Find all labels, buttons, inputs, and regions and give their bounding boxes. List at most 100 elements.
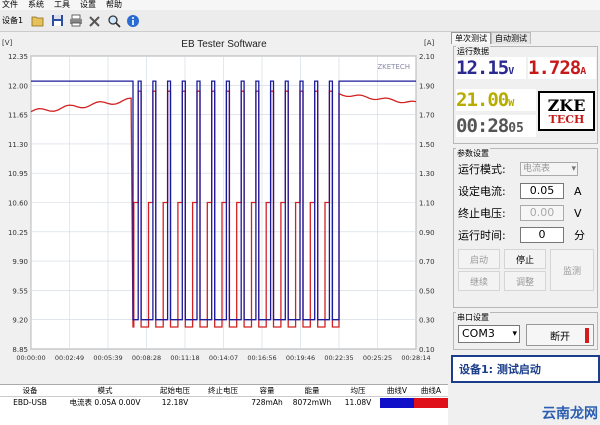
col-avg-v: 均压 — [350, 386, 366, 395]
voltage-unit: V — [508, 66, 515, 77]
x-tick-label: 00:19:46 — [286, 354, 315, 362]
right-tick-label: 0.30 — [419, 317, 435, 325]
site-watermark: 云南龙网 — [542, 406, 598, 422]
curve-v-swatch — [380, 398, 414, 408]
cell-start-v: 12.18V — [161, 398, 189, 407]
save-icon[interactable] — [49, 13, 65, 29]
monitor-button[interactable]: 监测 — [550, 249, 594, 291]
left-tick-label: 9.20 — [12, 317, 28, 325]
menu-tools[interactable]: 工具 — [54, 0, 70, 10]
time-display: 00:2805 — [456, 115, 536, 137]
right-tick-label: 2.10 — [419, 53, 435, 61]
end-voltage-input[interactable]: 0.00 — [520, 205, 564, 221]
chart-title: EB Tester Software — [181, 39, 267, 50]
cell-end-v — [200, 397, 246, 409]
zoom-icon[interactable] — [106, 13, 122, 29]
com-port-value: COM3 — [462, 327, 495, 340]
left-tick-label: 11.65 — [8, 112, 28, 120]
col-capacity: 容量 — [259, 386, 275, 395]
continue-button[interactable]: 继续 — [458, 271, 500, 291]
results-table: 设备 模式 起始电压 终止电压 容量 能量 均压 曲线V 曲线A EBD-USB… — [0, 384, 448, 425]
col-energy: 能量 — [304, 386, 320, 395]
x-tick-label: 00:11:18 — [170, 354, 199, 362]
time-value: 00:28 — [456, 115, 509, 137]
chevron-down-icon: ▾ — [512, 329, 517, 339]
x-tick-label: 00:28:14 — [401, 354, 430, 362]
left-tick-label: 9.55 — [12, 287, 28, 295]
right-tick-label: 0.50 — [419, 287, 435, 295]
col-start-v: 起始电压 — [160, 386, 190, 395]
current-row: 设定电流: 0.05 A — [458, 183, 582, 199]
left-tick-label: 8.85 — [12, 346, 28, 354]
start-button[interactable]: 启动 — [458, 249, 500, 269]
mode-select[interactable]: 电流表 ▾ — [520, 162, 578, 176]
info-icon[interactable] — [125, 13, 141, 29]
mode-row: 运行模式: 电流表 ▾ — [458, 161, 578, 177]
adjust-button[interactable]: 调整 — [504, 271, 546, 291]
com-port-select[interactable]: COM3 ▾ — [458, 325, 520, 343]
run-time-input[interactable]: 0 — [520, 227, 564, 243]
disconnect-button[interactable]: 断开 — [526, 324, 594, 346]
right-tick-label: 1.10 — [419, 200, 435, 208]
x-tick-label: 00:14:07 — [209, 354, 238, 362]
col-end-v: 终止电压 — [208, 386, 238, 395]
col-curve-v: 曲线V — [386, 386, 408, 395]
left-tick-label: 10.60 — [8, 200, 28, 208]
serial-group: 串口设置 COM3 ▾ 断开 — [453, 312, 598, 350]
power-unit: W — [508, 98, 515, 109]
run-data-title: 运行数据 — [456, 46, 490, 57]
left-tick-label: 11.30 — [8, 141, 28, 149]
chevron-down-icon: ▾ — [571, 164, 576, 174]
table-row[interactable]: EBD-USB 电流表 0.05A 0.00V 12.18V 728mAh 80… — [0, 397, 448, 409]
left-axis-unit: [V] — [2, 39, 13, 47]
menu-file[interactable]: 文件 — [2, 0, 18, 10]
right-tick-label: 1.50 — [419, 141, 435, 149]
tab-auto-test[interactable]: 自动测试 — [491, 32, 531, 44]
stop-button[interactable]: 停止 — [504, 249, 546, 269]
menu-system[interactable]: 系统 — [28, 0, 44, 10]
col-mode: 模式 — [97, 386, 113, 395]
cell-avg-v: 11.08V — [344, 398, 372, 407]
open-folder-icon[interactable] — [30, 13, 46, 29]
run-time-unit: 分 — [574, 229, 585, 242]
cell-capacity: 728mAh — [251, 398, 283, 407]
serial-title: 串口设置 — [456, 312, 490, 323]
voltage-current-chart: EB Tester Software [V] [A] ZKETECH 12.35… — [2, 39, 435, 362]
time-seconds: 05 — [508, 121, 524, 136]
connection-indicator — [585, 328, 589, 343]
tools-icon[interactable] — [87, 13, 103, 29]
menu-settings[interactable]: 设置 — [80, 0, 96, 10]
left-tick-label: 10.25 — [8, 229, 28, 237]
print-icon[interactable] — [68, 13, 84, 29]
current-value: 1.728 — [528, 57, 581, 79]
mode-select-value: 电流表 — [523, 164, 551, 174]
end-voltage-label: 终止电压: — [458, 207, 506, 220]
run-data-group: 运行数据 12.15V 1.728A 21.00W 00:2805 ZKE TE… — [453, 46, 598, 144]
power-display: 21.00W — [456, 89, 536, 111]
params-title: 参数设置 — [456, 148, 490, 159]
col-device: 设备 — [22, 386, 38, 395]
voltage-display: 12.15V — [456, 57, 526, 79]
right-tick-label: 1.90 — [419, 82, 435, 90]
tab-single-test[interactable]: 单次测试 — [451, 32, 491, 44]
x-tick-label: 00:02:49 — [55, 354, 84, 362]
curve-a-swatch — [414, 398, 448, 408]
time-row: 运行时间: 0 分 — [458, 227, 585, 243]
current-display: 1.728A — [528, 57, 596, 79]
device-label: 设备1 — [2, 16, 24, 25]
params-group: 参数设置 运行模式: 电流表 ▾ 设定电流: 0.05 A 终止电压: 0.00… — [453, 148, 598, 308]
right-tick-label: 0.90 — [419, 229, 435, 237]
cell-device: EBD-USB — [13, 398, 47, 407]
logo-bottom: TECH — [548, 112, 585, 126]
set-current-input[interactable]: 0.05 — [520, 183, 564, 199]
logo-top: ZKE — [547, 95, 586, 115]
cell-energy: 8072mWh — [292, 398, 332, 407]
status-bar: 设备1: 测试启动 — [451, 355, 600, 383]
menu-help[interactable]: 帮助 — [106, 0, 122, 10]
right-tick-label: 0.10 — [419, 346, 435, 354]
disconnect-label: 断开 — [550, 331, 570, 343]
left-tick-label: 10.95 — [8, 170, 28, 178]
table-header: 设备 模式 起始电压 终止电压 容量 能量 均压 曲线V 曲线A — [0, 385, 448, 397]
x-tick-label: 00:16:56 — [247, 354, 276, 362]
chart-watermark: ZKETECH — [377, 63, 410, 71]
